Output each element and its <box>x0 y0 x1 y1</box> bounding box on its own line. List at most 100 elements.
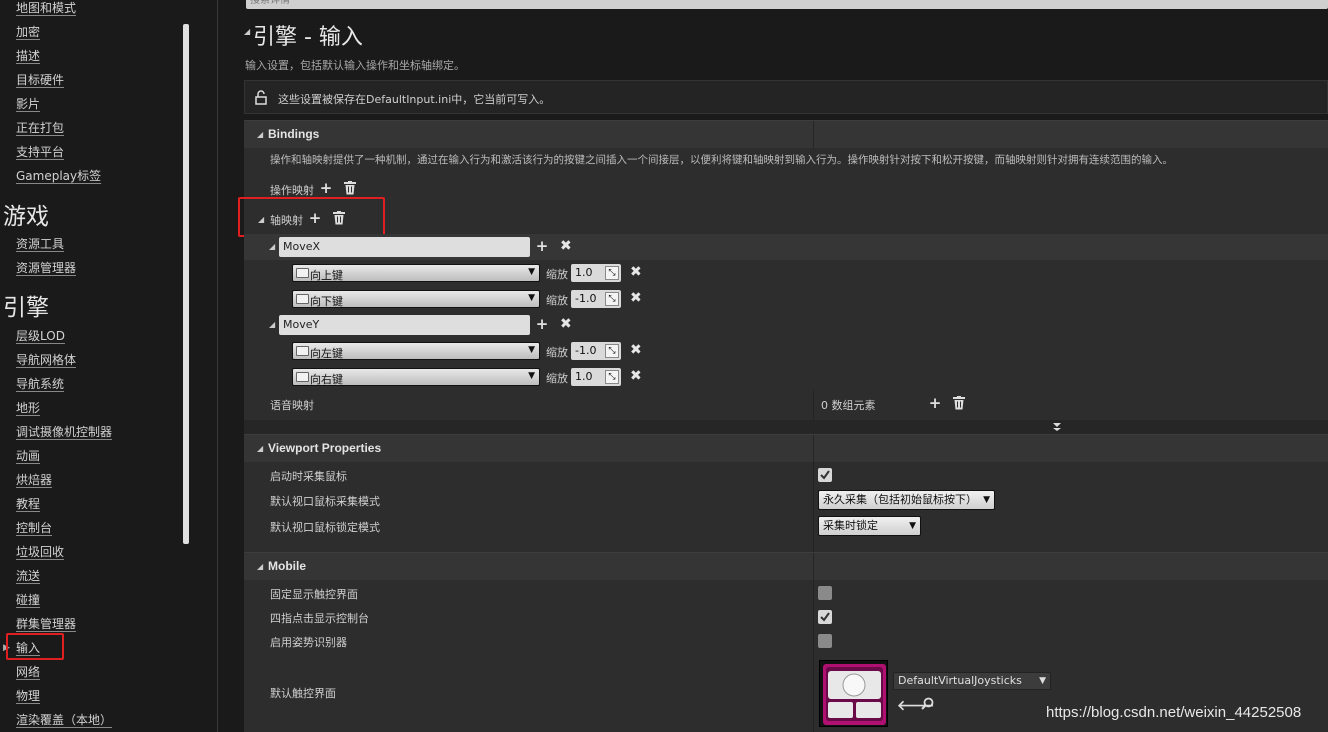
remove-axis-x-icon[interactable]: ✖ <box>560 316 572 332</box>
notice-text: 这些设置被保存在DefaultInput.ini中，它当前可写入。 <box>278 93 551 106</box>
sidebar-item-movies[interactable]: 影片 <box>16 95 40 112</box>
sidebar-item-nav-system[interactable]: 导航系统 <box>16 375 64 392</box>
key-selector-movex-0[interactable]: 向上键 ▼ <box>292 264 540 282</box>
sidebar-item-packaging[interactable]: 正在打包 <box>16 119 64 136</box>
scale-value: -1.0 <box>575 292 597 305</box>
add-speech-mapping-plus-icon[interactable]: + <box>928 396 942 411</box>
delete-action-mappings-trash-icon[interactable] <box>344 181 356 198</box>
column-divider <box>813 435 814 463</box>
column-divider <box>813 462 814 552</box>
axis-name-input-movex[interactable]: MoveX <box>279 237 530 257</box>
lock-mode-select[interactable]: 采集时锁定 ▼ <box>818 516 921 536</box>
scale-input-movex-0[interactable]: 1.0 ⤡ <box>571 264 621 282</box>
sidebar-item-navmesh[interactable]: 导航网格体 <box>16 351 76 368</box>
sidebar-item-physics[interactable]: 物理 <box>16 687 40 704</box>
sidebar-item-gameplay-tags[interactable]: Gameplay标签 <box>16 167 101 184</box>
section-header-bindings[interactable]: ◢ Bindings <box>244 120 1328 149</box>
expand-arrows-icon[interactable]: ⤡ <box>605 370 619 384</box>
sidebar-item-debug-camera[interactable]: 调试摄像机控制器 <box>16 423 112 440</box>
sidebar-item-network[interactable]: 网络 <box>16 663 40 680</box>
section-header-viewport[interactable]: ◢ Viewport Properties <box>244 434 1328 463</box>
add-key-plus-icon[interactable]: + <box>535 239 549 254</box>
chevron-down-icon: ▼ <box>909 521 916 531</box>
key-name: 向上键 <box>310 269 343 282</box>
sidebar-item-hlod[interactable]: 层级LOD <box>16 327 65 344</box>
sidebar-item-collision[interactable]: 碰撞 <box>16 591 40 608</box>
virtual-joystick-icon <box>823 664 886 725</box>
collapse-caret-icon[interactable]: ◢ <box>257 444 263 453</box>
remove-key-x-icon[interactable]: ✖ <box>630 264 642 280</box>
key-selector-movex-1[interactable]: 向下键 ▼ <box>292 290 540 308</box>
page-title: 引擎 - 输入 <box>253 25 363 50</box>
scale-value: -1.0 <box>575 344 597 357</box>
axis-name-input-movey[interactable]: MoveY <box>279 315 530 335</box>
collapse-caret-icon[interactable]: ◢ <box>257 130 263 139</box>
add-action-mapping-plus-icon[interactable]: + <box>319 181 333 196</box>
sidebar-item-crowd-manager[interactable]: 群集管理器 <box>16 615 76 632</box>
expand-arrows-icon[interactable]: ⤡ <box>605 266 619 280</box>
remove-key-x-icon[interactable]: ✖ <box>630 342 642 358</box>
delete-speech-mappings-trash-icon[interactable] <box>953 396 965 413</box>
key-selector-movey-0[interactable]: 向左键 ▼ <box>292 342 540 360</box>
scale-input-movey-0[interactable]: -1.0 ⤡ <box>571 342 621 360</box>
sidebar-item-asset-manager[interactable]: 资源管理器 <box>16 259 76 276</box>
remove-key-x-icon[interactable]: ✖ <box>630 368 642 384</box>
capture-mode-select[interactable]: 永久采集（包括初始鼠标按下） ▼ <box>818 490 995 510</box>
key-selector-movey-1[interactable]: 向右键 ▼ <box>292 368 540 386</box>
highlight-box-input <box>6 633 64 660</box>
search-details-input[interactable]: 搜索详情 <box>246 0 1328 9</box>
touch-interface-thumbnail[interactable] <box>819 660 888 727</box>
movex-caret-icon[interactable]: ◢ <box>269 242 275 251</box>
title-collapse-caret-icon[interactable]: ◢ <box>244 27 250 36</box>
highlight-box-axis-mappings <box>238 197 385 237</box>
select-value: 采集时锁定 <box>823 519 878 532</box>
speech-mappings-count: 0 数组元素 <box>821 399 876 412</box>
sidebar-item-animation[interactable]: 动画 <box>16 447 40 464</box>
always-show-touch-label: 固定显示触控界面 <box>270 588 358 601</box>
scale-input-movey-1[interactable]: 1.0 ⤡ <box>571 368 621 386</box>
remove-axis-x-icon[interactable]: ✖ <box>560 238 572 254</box>
sidebar-item-garbage-collection[interactable]: 垃圾回收 <box>16 543 64 560</box>
lock-mode-label: 默认视口鼠标锁定模式 <box>270 521 380 534</box>
sidebar-item-supported-platforms[interactable]: 支持平台 <box>16 143 64 160</box>
column-divider <box>813 390 814 420</box>
chevron-down-icon: ▼ <box>528 293 535 303</box>
sidebar-item-render-override[interactable]: 渲染覆盖（本地） <box>16 711 112 728</box>
sidebar-item-tutorials[interactable]: 教程 <box>16 495 40 512</box>
default-touch-label: 默认触控界面 <box>270 687 336 700</box>
advanced-expander-bar[interactable] <box>244 420 1328 434</box>
sidebar-item-streaming[interactable]: 流送 <box>16 567 40 584</box>
sidebar-item-landscape[interactable]: 地形 <box>16 399 40 416</box>
always-show-touch-checkbox[interactable] <box>818 586 832 600</box>
add-key-plus-icon[interactable]: + <box>535 317 549 332</box>
collapse-caret-icon[interactable]: ◢ <box>257 562 263 571</box>
expand-arrows-icon[interactable]: ⤡ <box>605 292 619 306</box>
config-notice-bar: 这些设置被保存在DefaultInput.ini中，它当前可写入。 <box>244 80 1328 114</box>
sidebar-item-encryption[interactable]: 加密 <box>16 23 40 40</box>
scale-value: 1.0 <box>575 370 593 383</box>
section-title-viewport: Viewport Properties <box>268 441 382 455</box>
sidebar-item-console[interactable]: 控制台 <box>16 519 52 536</box>
checkmark-icon <box>820 470 830 480</box>
scale-input-movex-1[interactable]: -1.0 ⤡ <box>571 290 621 308</box>
section-header-mobile[interactable]: ◢ Mobile <box>244 552 1328 581</box>
sidebar-item-target-hardware[interactable]: 目标硬件 <box>16 71 64 88</box>
action-mappings-label: 操作映射 <box>270 184 314 197</box>
four-finger-checkbox[interactable] <box>818 610 832 624</box>
browse-search-icon[interactable] <box>921 697 934 713</box>
sidebar-item-asset-tools[interactable]: 资源工具 <box>16 235 64 252</box>
gesture-label: 启用姿势识别器 <box>270 636 347 649</box>
capture-on-start-checkbox[interactable] <box>818 468 832 482</box>
column-divider <box>813 580 814 732</box>
select-value: DefaultVirtualJoysticks <box>898 674 1022 687</box>
sidebar-item-description[interactable]: 描述 <box>16 47 40 64</box>
gesture-checkbox[interactable] <box>818 634 832 648</box>
sidebar-item-cooker[interactable]: 烘焙器 <box>16 471 52 488</box>
sidebar-scrollbar[interactable] <box>183 24 189 544</box>
sidebar-item-maps-modes[interactable]: 地图和模式 <box>16 0 76 16</box>
remove-key-x-icon[interactable]: ✖ <box>630 290 642 306</box>
touch-interface-select[interactable]: DefaultVirtualJoysticks ▼ <box>893 672 1051 690</box>
expand-arrows-icon[interactable]: ⤡ <box>605 344 619 358</box>
movey-caret-icon[interactable]: ◢ <box>269 320 275 329</box>
expand-advanced-icon[interactable] <box>1052 422 1062 432</box>
